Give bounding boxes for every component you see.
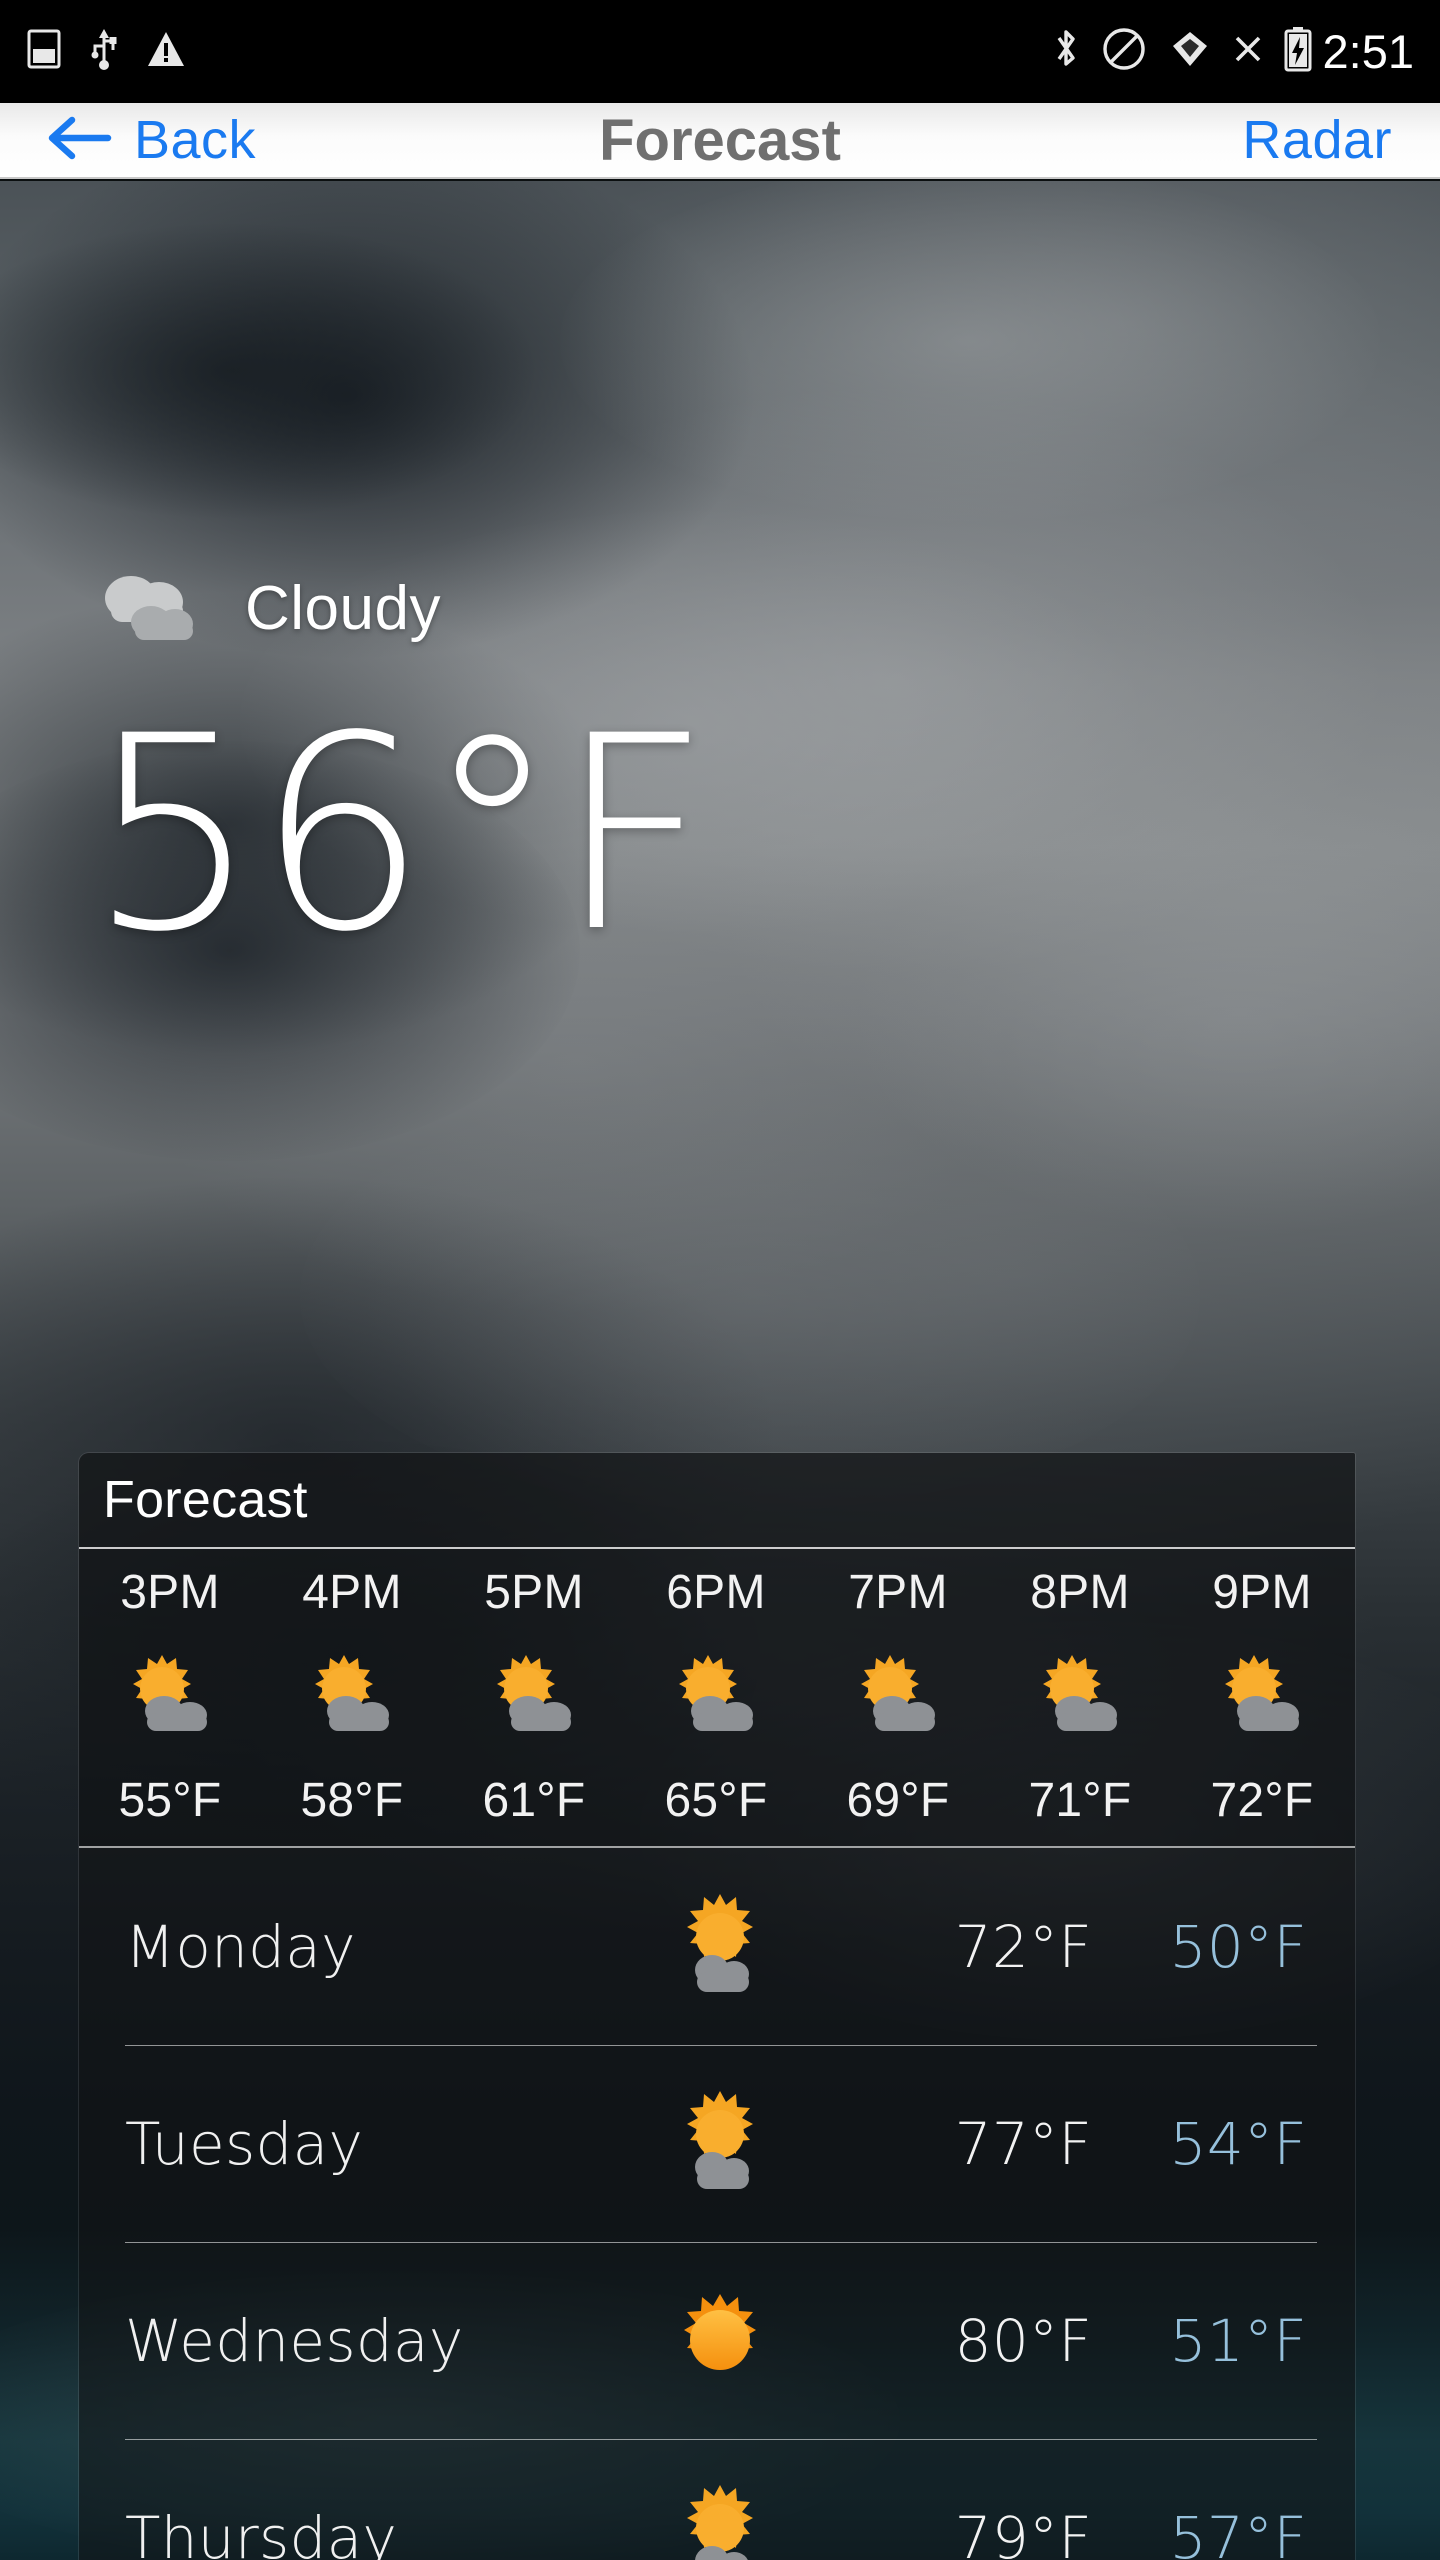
day-high-temp: 72°F <box>954 1912 1092 1981</box>
sun-icon <box>595 2286 845 2396</box>
day-high-temp: 79°F <box>954 2503 1092 2560</box>
day-name: Wednesday <box>125 2306 464 2375</box>
sun-behind-cloud-icon <box>1024 1637 1136 1757</box>
day-name: Monday <box>125 1912 356 1981</box>
current-temperature: 56°F <box>88 679 711 991</box>
cloud-wisp <box>860 801 1440 1231</box>
cloudy-icon <box>95 566 213 651</box>
daily-row[interactable]: Tuesday 77°F 54°F <box>79 2045 1355 2242</box>
daily-row[interactable]: Thursday 79°F 57°F <box>79 2439 1355 2560</box>
hour-temp: 72°F <box>1210 1774 1314 1827</box>
day-name: Tuesday <box>125 2109 364 2178</box>
hour-time: 8PM <box>1030 1566 1130 1619</box>
sun-behind-cloud-icon <box>296 1637 408 1757</box>
back-button[interactable]: Back <box>0 113 256 168</box>
hour-temp: 71°F <box>1028 1774 1132 1827</box>
daily-forecast-list: Monday 72°F 50°F Tuesday 77°F 54°F Wedne… <box>79 1848 1355 2560</box>
close-x-icon <box>1233 33 1263 70</box>
status-bar-clock: 2:51 <box>1322 25 1414 78</box>
hour-time: 4PM <box>302 1566 402 1619</box>
hourly-item[interactable]: 6PM 65°F <box>625 1549 807 1846</box>
status-bar-left-icons <box>26 27 186 76</box>
hour-time: 7PM <box>848 1566 948 1619</box>
forecast-panel-title: Forecast <box>103 1471 308 1529</box>
sun-behind-cloud-icon <box>114 1637 226 1757</box>
sun-behind-cloud-icon <box>595 2483 845 2560</box>
cloud-wisp <box>560 181 1380 521</box>
sun-behind-cloud-icon <box>595 1892 845 2002</box>
back-arrow-icon <box>46 113 112 168</box>
forecast-panel: Forecast 3PM 55°F 4PM 58°F 5PM 61°F 6PM … <box>79 1453 1355 2560</box>
sun-behind-cloud-icon <box>595 2089 845 2199</box>
usb-icon <box>88 27 120 76</box>
hour-time: 9PM <box>1212 1566 1312 1619</box>
wifi-off-icon <box>1167 26 1213 77</box>
cloud-wisp <box>300 1081 1200 1511</box>
image-icon <box>26 29 62 74</box>
hour-time: 3PM <box>120 1566 220 1619</box>
sun-behind-cloud-icon <box>842 1637 954 1757</box>
day-low-temp: 54°F <box>1169 2109 1307 2178</box>
radar-button[interactable]: Radar <box>1242 113 1440 167</box>
hourly-item[interactable]: 5PM 61°F <box>443 1549 625 1846</box>
hourly-item[interactable]: 9PM 72°F <box>1171 1549 1353 1846</box>
sun-behind-cloud-icon <box>478 1637 590 1757</box>
hour-temp: 61°F <box>482 1774 586 1827</box>
hour-time: 5PM <box>484 1566 584 1619</box>
warning-triangle-icon <box>146 29 186 74</box>
back-label: Back <box>134 110 257 170</box>
daily-row[interactable]: Wednesday 80°F 51°F <box>79 2242 1355 2439</box>
hourly-item[interactable]: 7PM 69°F <box>807 1549 989 1846</box>
hour-temp: 58°F <box>300 1774 404 1827</box>
radar-label: Radar <box>1242 110 1392 170</box>
battery-charging-icon <box>1283 26 1313 77</box>
current-condition-label: Cloudy <box>245 574 441 643</box>
day-high-temp: 80°F <box>954 2306 1092 2375</box>
hourly-item[interactable]: 8PM 71°F <box>989 1549 1171 1846</box>
hour-temp: 55°F <box>118 1774 222 1827</box>
current-condition: Cloudy <box>95 566 441 651</box>
sun-behind-cloud-icon <box>660 1637 772 1757</box>
weather-background: Cloudy 56°F Forecast 3PM 55°F 4PM 58°F 5… <box>0 181 1440 2560</box>
day-low-temp: 50°F <box>1169 1912 1307 1981</box>
forecast-panel-header: Forecast <box>79 1453 1355 1549</box>
navigation-bar: Back Forecast Radar <box>0 103 1440 179</box>
hour-time: 6PM <box>666 1566 766 1619</box>
day-name: Thursday <box>125 2503 398 2560</box>
hour-temp: 69°F <box>846 1774 950 1827</box>
cloud-wisp <box>0 221 540 521</box>
day-high-temp: 77°F <box>954 2109 1092 2178</box>
do-not-disturb-icon <box>1101 26 1147 77</box>
hourly-item[interactable]: 3PM 55°F <box>79 1549 261 1846</box>
day-low-temp: 51°F <box>1169 2306 1307 2375</box>
bluetooth-icon <box>1051 26 1081 77</box>
sun-behind-cloud-icon <box>1206 1637 1318 1757</box>
day-low-temp: 57°F <box>1169 2503 1307 2560</box>
hourly-forecast-strip[interactable]: 3PM 55°F 4PM 58°F 5PM 61°F 6PM 65°F 7PM … <box>79 1549 1355 1848</box>
status-bar: 2:51 <box>0 0 1440 103</box>
status-bar-right-icons <box>1051 26 1313 77</box>
hour-temp: 65°F <box>664 1774 768 1827</box>
hourly-item[interactable]: 4PM 58°F <box>261 1549 443 1846</box>
daily-row[interactable]: Monday 72°F 50°F <box>79 1848 1355 2045</box>
